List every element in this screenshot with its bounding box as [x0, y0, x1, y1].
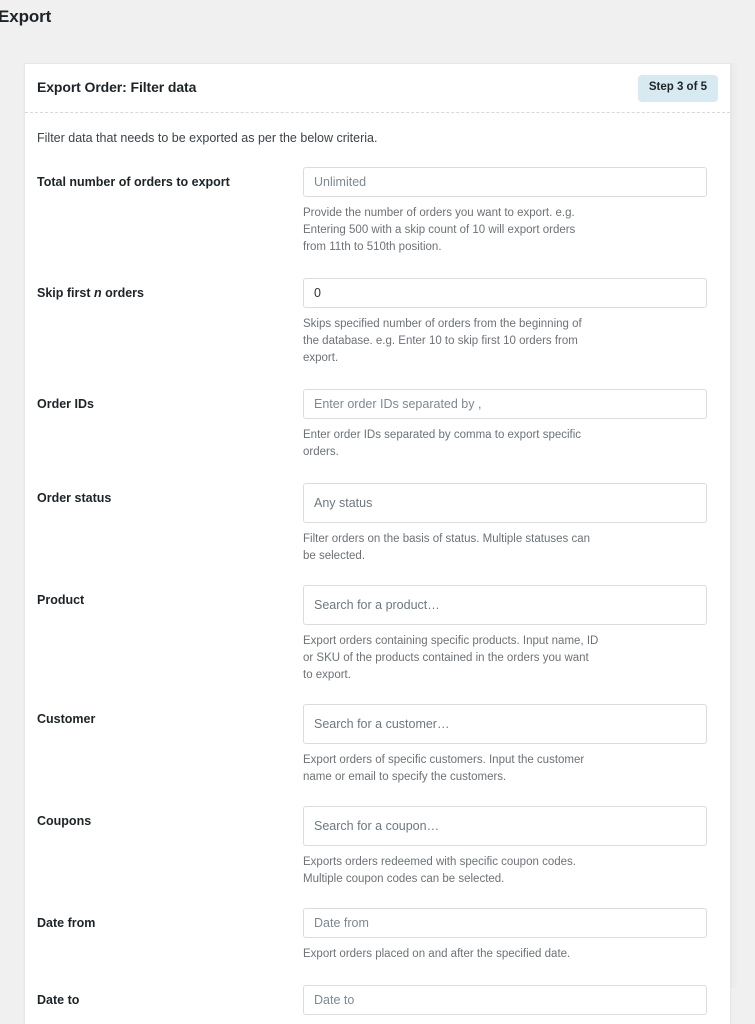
field-total-orders: Total number of orders to export Provide… — [37, 167, 718, 256]
card-right-edge — [731, 63, 739, 988]
order-status-select[interactable]: Any status — [303, 483, 707, 524]
field-order-ids: Order IDs Enter order IDs separated by c… — [37, 389, 718, 461]
field-skip-orders: Skip first n orders Skips specified numb… — [37, 278, 718, 367]
field-product: Product Search for a product… Export ord… — [37, 585, 718, 684]
field-help-coupons: Exports orders redeemed with specific co… — [303, 856, 576, 886]
coupon-search-placeholder: Search for a coupon… — [314, 819, 440, 834]
field-order-status: Order status Any status Filter orders on… — [37, 483, 718, 565]
product-search-placeholder: Search for a product… — [314, 598, 440, 613]
product-search-select[interactable]: Search for a product… — [303, 585, 707, 626]
card-header: Export Order: Filter data Step 3 of 5 — [25, 64, 730, 113]
field-control-product: Search for a product… Export orders cont… — [303, 585, 718, 684]
field-date-to: Date to Export orders placed upto the sp… — [37, 985, 718, 1024]
field-control-total-orders: Provide the number of orders you want to… — [303, 167, 718, 256]
field-help-product: Export orders containing specific produc… — [303, 635, 599, 682]
card-title: Export Order: Filter data — [37, 79, 197, 95]
field-help-skip-orders: Skips specified number of orders from th… — [303, 318, 582, 365]
field-help-total-orders: Provide the number of orders you want to… — [303, 207, 576, 254]
field-control-date-from: Export orders placed on and after the sp… — [303, 908, 718, 963]
field-help-customer: Export orders of specific customers. Inp… — [303, 754, 585, 784]
field-label-total-orders: Total number of orders to export — [37, 175, 230, 189]
date-from-input[interactable] — [303, 908, 707, 939]
field-label-product: Product — [37, 593, 85, 608]
export-page: Export Export Order: Filter data Step 3 … — [0, 0, 755, 1024]
field-label-date-from: Date from — [37, 916, 96, 931]
field-customer: Customer Search for a customer… Export o… — [37, 704, 718, 786]
field-help-date-from: Export orders placed on and after the sp… — [303, 948, 571, 961]
field-control-order-status: Any status Filter orders on the basis of… — [303, 483, 718, 565]
export-filter-card: Export Order: Filter data Step 3 of 5 Fi… — [24, 63, 731, 1024]
field-label-date-to: Date to — [37, 993, 80, 1008]
field-label-order-status: Order status — [37, 491, 112, 506]
field-control-date-to: Export orders placed upto the specified … — [303, 985, 718, 1024]
field-control-customer: Search for a customer… Export orders of … — [303, 704, 718, 786]
field-date-from: Date from Export orders placed on and af… — [37, 908, 718, 963]
customer-search-select[interactable]: Search for a customer… — [303, 704, 707, 745]
skip-label-prefix: Skip first — [37, 286, 94, 301]
field-coupons: Coupons Search for a coupon… Exports ord… — [37, 806, 718, 888]
page-title: Export — [0, 7, 52, 26]
coupon-search-select[interactable]: Search for a coupon… — [303, 806, 707, 847]
status-badge: Step 3 of 5 — [637, 75, 718, 102]
skip-label-italic: n — [93, 286, 102, 301]
intro-text: Filter data that needs to be exported as… — [37, 131, 378, 145]
field-help-order-ids: Enter order IDs separated by comma to ex… — [303, 429, 582, 459]
order-ids-input[interactable] — [303, 389, 707, 420]
customer-search-placeholder: Search for a customer… — [314, 717, 450, 732]
field-control-coupons: Search for a coupon… Exports orders rede… — [303, 806, 718, 888]
field-label-customer: Customer — [37, 712, 96, 727]
field-label-order-ids: Order IDs — [37, 397, 94, 412]
field-label-coupons: Coupons — [37, 814, 92, 829]
field-control-skip-orders: Skips specified number of orders from th… — [303, 278, 718, 367]
field-label-skip-orders: Skip first n orders — [37, 278, 303, 300]
total-orders-input[interactable] — [303, 167, 707, 197]
order-status-placeholder: Any status — [314, 496, 373, 511]
date-to-input[interactable] — [303, 985, 707, 1016]
card-body: Filter data that needs to be exported as… — [25, 113, 730, 1024]
skip-orders-input[interactable] — [303, 278, 707, 309]
field-help-order-status: Filter orders on the basis of status. Mu… — [303, 533, 590, 563]
skip-label-suffix: orders — [101, 286, 144, 301]
field-control-order-ids: Enter order IDs separated by comma to ex… — [303, 389, 718, 461]
